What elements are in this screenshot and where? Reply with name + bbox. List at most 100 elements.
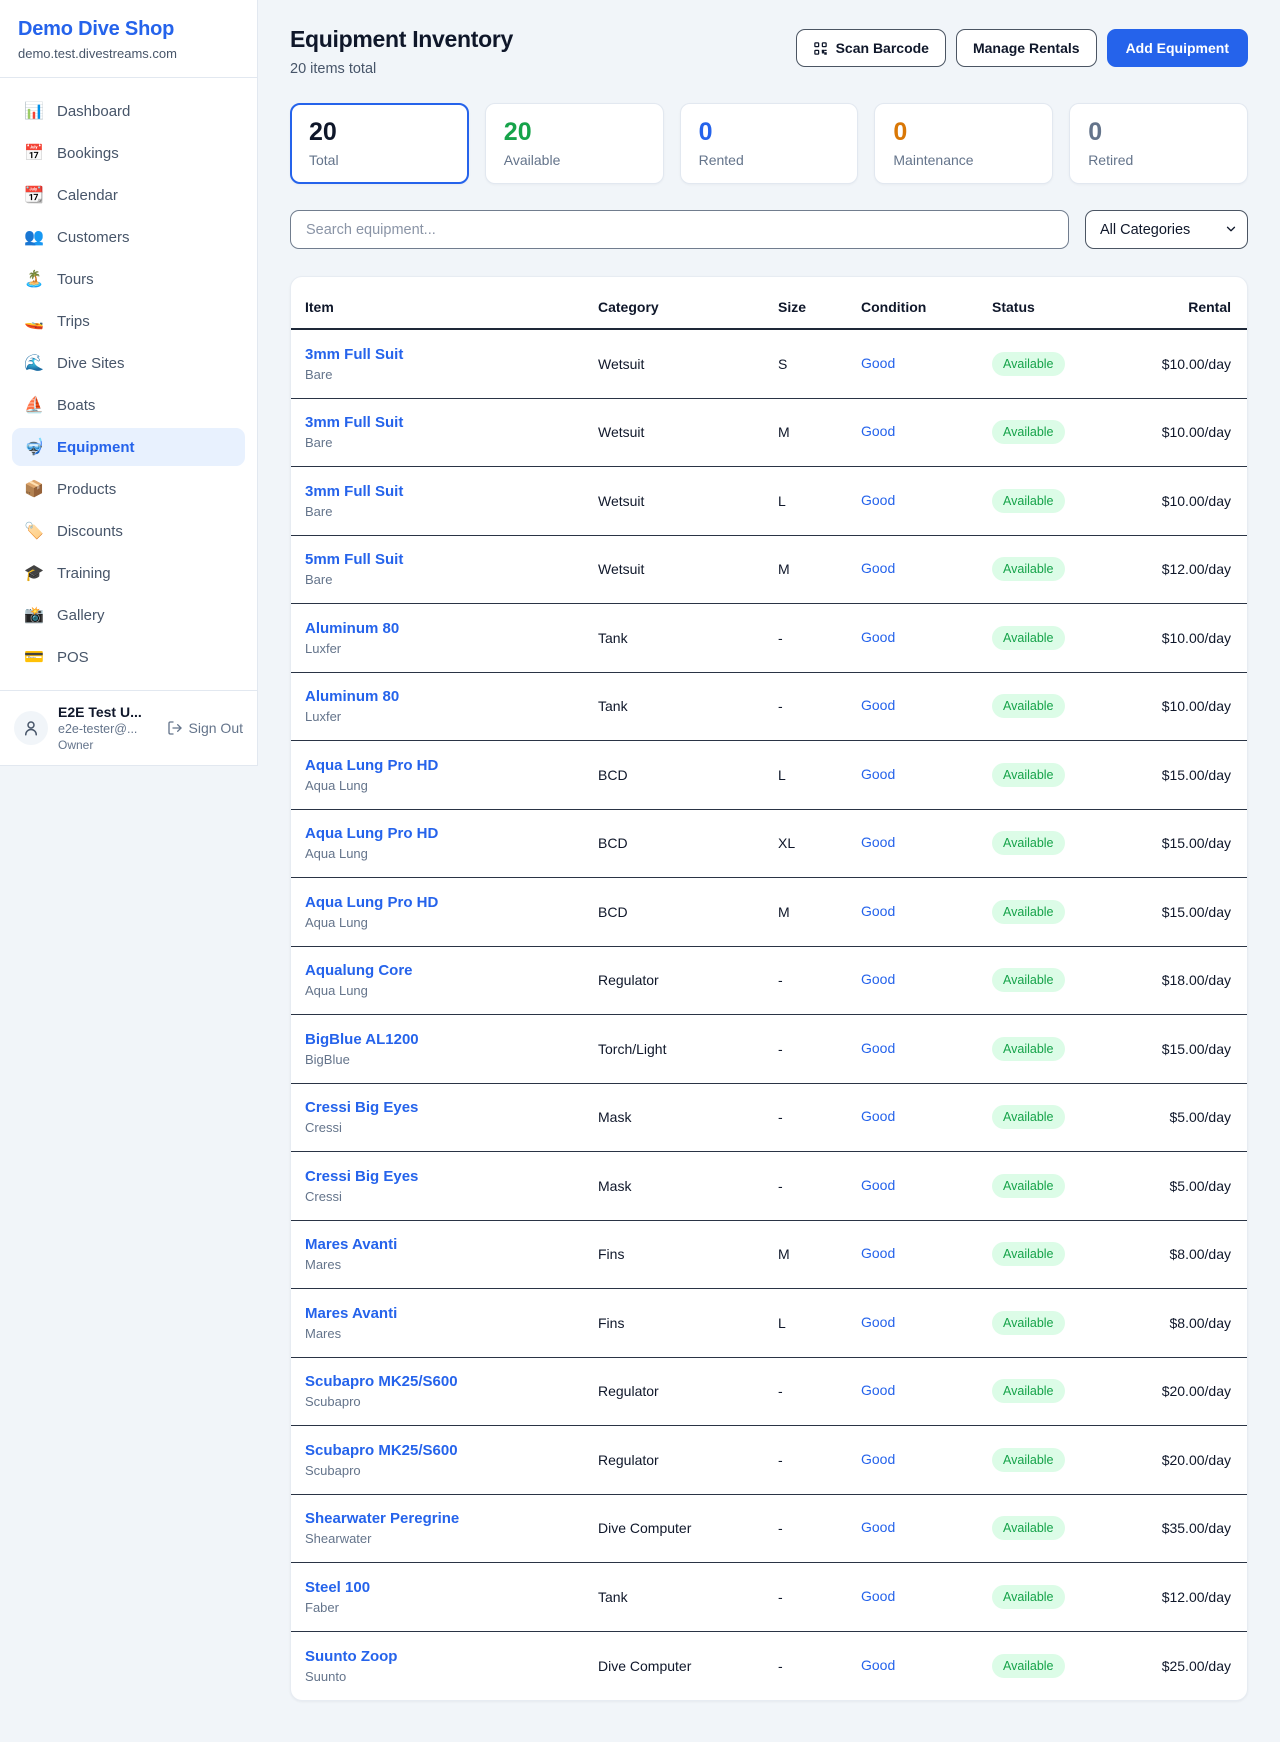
item-condition-link[interactable]: Good xyxy=(861,629,895,645)
item-condition-link[interactable]: Good xyxy=(861,560,895,576)
status-badge: Available xyxy=(992,694,1065,718)
item-condition-link[interactable]: Good xyxy=(861,423,895,439)
sidebar-item-trips[interactable]: 🚤 Trips xyxy=(12,302,245,340)
sidebar-item-bookings[interactable]: 📅 Bookings xyxy=(12,134,245,172)
item-name-link[interactable]: Aqua Lung Pro HD xyxy=(305,825,598,842)
stat-card-retired[interactable]: 0 Retired xyxy=(1069,103,1248,184)
sidebar-item-pos[interactable]: 💳 POS xyxy=(12,638,245,676)
stat-card-available[interactable]: 20 Available xyxy=(485,103,664,184)
item-name-link[interactable]: Aqualung Core xyxy=(305,962,598,979)
search-input[interactable] xyxy=(290,210,1069,249)
item-name-link[interactable]: Scubapro MK25/S600 xyxy=(305,1373,598,1390)
item-name-link[interactable]: Cressi Big Eyes xyxy=(305,1099,598,1116)
sidebar-item-gallery[interactable]: 📸 Gallery xyxy=(12,596,245,634)
package-icon: 📦 xyxy=(24,479,44,499)
item-name-link[interactable]: 5mm Full Suit xyxy=(305,551,598,568)
stat-card-rented[interactable]: 0 Rented xyxy=(680,103,859,184)
sidebar-item-equipment[interactable]: 🤿 Equipment xyxy=(12,428,245,466)
credit-card-icon: 💳 xyxy=(24,647,44,667)
sidebar-item-label: POS xyxy=(57,649,89,666)
item-rental-rate: $8.00/day xyxy=(1137,1315,1231,1331)
sidebar-item-training[interactable]: 🎓 Training xyxy=(12,554,245,592)
sidebar-item-products[interactable]: 📦 Products xyxy=(12,470,245,508)
status-badge: Available xyxy=(992,1654,1065,1678)
item-condition-link[interactable]: Good xyxy=(861,1040,895,1056)
table-row: Aluminum 80 Luxfer Tank - Good Available… xyxy=(291,604,1247,673)
item-rental-rate: $18.00/day xyxy=(1137,972,1231,988)
item-condition-link[interactable]: Good xyxy=(861,1657,895,1673)
item-condition-link[interactable]: Good xyxy=(861,1519,895,1535)
brand-domain: demo.test.divestreams.com xyxy=(18,46,239,61)
item-name-link[interactable]: 3mm Full Suit xyxy=(305,483,598,500)
item-name-link[interactable]: BigBlue AL1200 xyxy=(305,1031,598,1048)
item-name-link[interactable]: 3mm Full Suit xyxy=(305,414,598,431)
status-badge: Available xyxy=(992,1516,1065,1540)
status-badge: Available xyxy=(992,352,1065,376)
manage-rentals-button[interactable]: Manage Rentals xyxy=(956,29,1097,67)
item-category: Dive Computer xyxy=(598,1658,778,1674)
item-name-link[interactable]: Steel 100 xyxy=(305,1579,598,1596)
item-size: L xyxy=(778,767,861,783)
sidebar-item-label: Tours xyxy=(57,271,94,288)
sidebar-item-discounts[interactable]: 🏷️ Discounts xyxy=(12,512,245,550)
graduation-cap-icon: 🎓 xyxy=(24,563,44,583)
item-condition-link[interactable]: Good xyxy=(861,697,895,713)
stat-label: Available xyxy=(504,152,645,168)
item-rental-rate: $35.00/day xyxy=(1137,1520,1231,1536)
add-equipment-button[interactable]: Add Equipment xyxy=(1107,29,1248,67)
column-header-condition: Condition xyxy=(861,299,992,315)
item-name-link[interactable]: 3mm Full Suit xyxy=(305,346,598,363)
item-name-link[interactable]: Scubapro MK25/S600 xyxy=(305,1442,598,1459)
item-name-link[interactable]: Cressi Big Eyes xyxy=(305,1168,598,1185)
item-rental-rate: $15.00/day xyxy=(1137,904,1231,920)
item-condition-link[interactable]: Good xyxy=(861,971,895,987)
main-content: Equipment Inventory 20 items total Scan … xyxy=(258,0,1280,1737)
sign-out-button[interactable]: Sign Out xyxy=(167,720,243,736)
item-name-link[interactable]: Aluminum 80 xyxy=(305,620,598,637)
sidebar-item-tours[interactable]: 🏝️ Tours xyxy=(12,260,245,298)
stat-card-total[interactable]: 20 Total xyxy=(290,103,469,184)
sidebar-item-dashboard[interactable]: 📊 Dashboard xyxy=(12,92,245,130)
status-badge: Available xyxy=(992,1105,1065,1129)
item-condition-link[interactable]: Good xyxy=(861,1382,895,1398)
stat-card-maintenance[interactable]: 0 Maintenance xyxy=(874,103,1053,184)
item-size: L xyxy=(778,1315,861,1331)
sidebar-item-calendar[interactable]: 📆 Calendar xyxy=(12,176,245,214)
camera-icon: 📸 xyxy=(24,605,44,625)
item-category: Wetsuit xyxy=(598,424,778,440)
scan-barcode-button[interactable]: Scan Barcode xyxy=(796,29,946,67)
item-name-link[interactable]: Mares Avanti xyxy=(305,1236,598,1253)
item-name-link[interactable]: Shearwater Peregrine xyxy=(305,1510,598,1527)
item-condition-link[interactable]: Good xyxy=(861,355,895,371)
sidebar-item-customers[interactable]: 👥 Customers xyxy=(12,218,245,256)
item-condition-link[interactable]: Good xyxy=(861,1314,895,1330)
sidebar-item-dive-sites[interactable]: 🌊 Dive Sites xyxy=(12,344,245,382)
item-name-link[interactable]: Aqua Lung Pro HD xyxy=(305,894,598,911)
item-condition-link[interactable]: Good xyxy=(861,834,895,850)
item-category: Regulator xyxy=(598,1452,778,1468)
item-condition-link[interactable]: Good xyxy=(861,1451,895,1467)
item-brand: Cressi xyxy=(305,1189,598,1204)
stat-label: Retired xyxy=(1088,152,1229,168)
category-select[interactable]: All Categories xyxy=(1085,210,1248,249)
stat-label: Maintenance xyxy=(893,152,1034,168)
item-rental-rate: $15.00/day xyxy=(1137,835,1231,851)
item-condition-link[interactable]: Good xyxy=(861,492,895,508)
sidebar-item-boats[interactable]: ⛵ Boats xyxy=(12,386,245,424)
item-condition-link[interactable]: Good xyxy=(861,1588,895,1604)
item-condition-link[interactable]: Good xyxy=(861,1245,895,1261)
item-name-link[interactable]: Mares Avanti xyxy=(305,1305,598,1322)
item-name-link[interactable]: Aluminum 80 xyxy=(305,688,598,705)
table-row: 3mm Full Suit Bare Wetsuit M Good Availa… xyxy=(291,399,1247,468)
user-email: e2e-tester@... xyxy=(58,722,157,736)
item-condition-link[interactable]: Good xyxy=(861,766,895,782)
item-condition-link[interactable]: Good xyxy=(861,1108,895,1124)
item-condition-link[interactable]: Good xyxy=(861,1177,895,1193)
item-size: - xyxy=(778,1658,861,1674)
item-size: XL xyxy=(778,835,861,851)
item-condition-link[interactable]: Good xyxy=(861,903,895,919)
item-name-link[interactable]: Aqua Lung Pro HD xyxy=(305,757,598,774)
table-row: 3mm Full Suit Bare Wetsuit S Good Availa… xyxy=(291,330,1247,399)
item-name-link[interactable]: Suunto Zoop xyxy=(305,1648,598,1665)
sign-out-icon xyxy=(167,720,183,736)
